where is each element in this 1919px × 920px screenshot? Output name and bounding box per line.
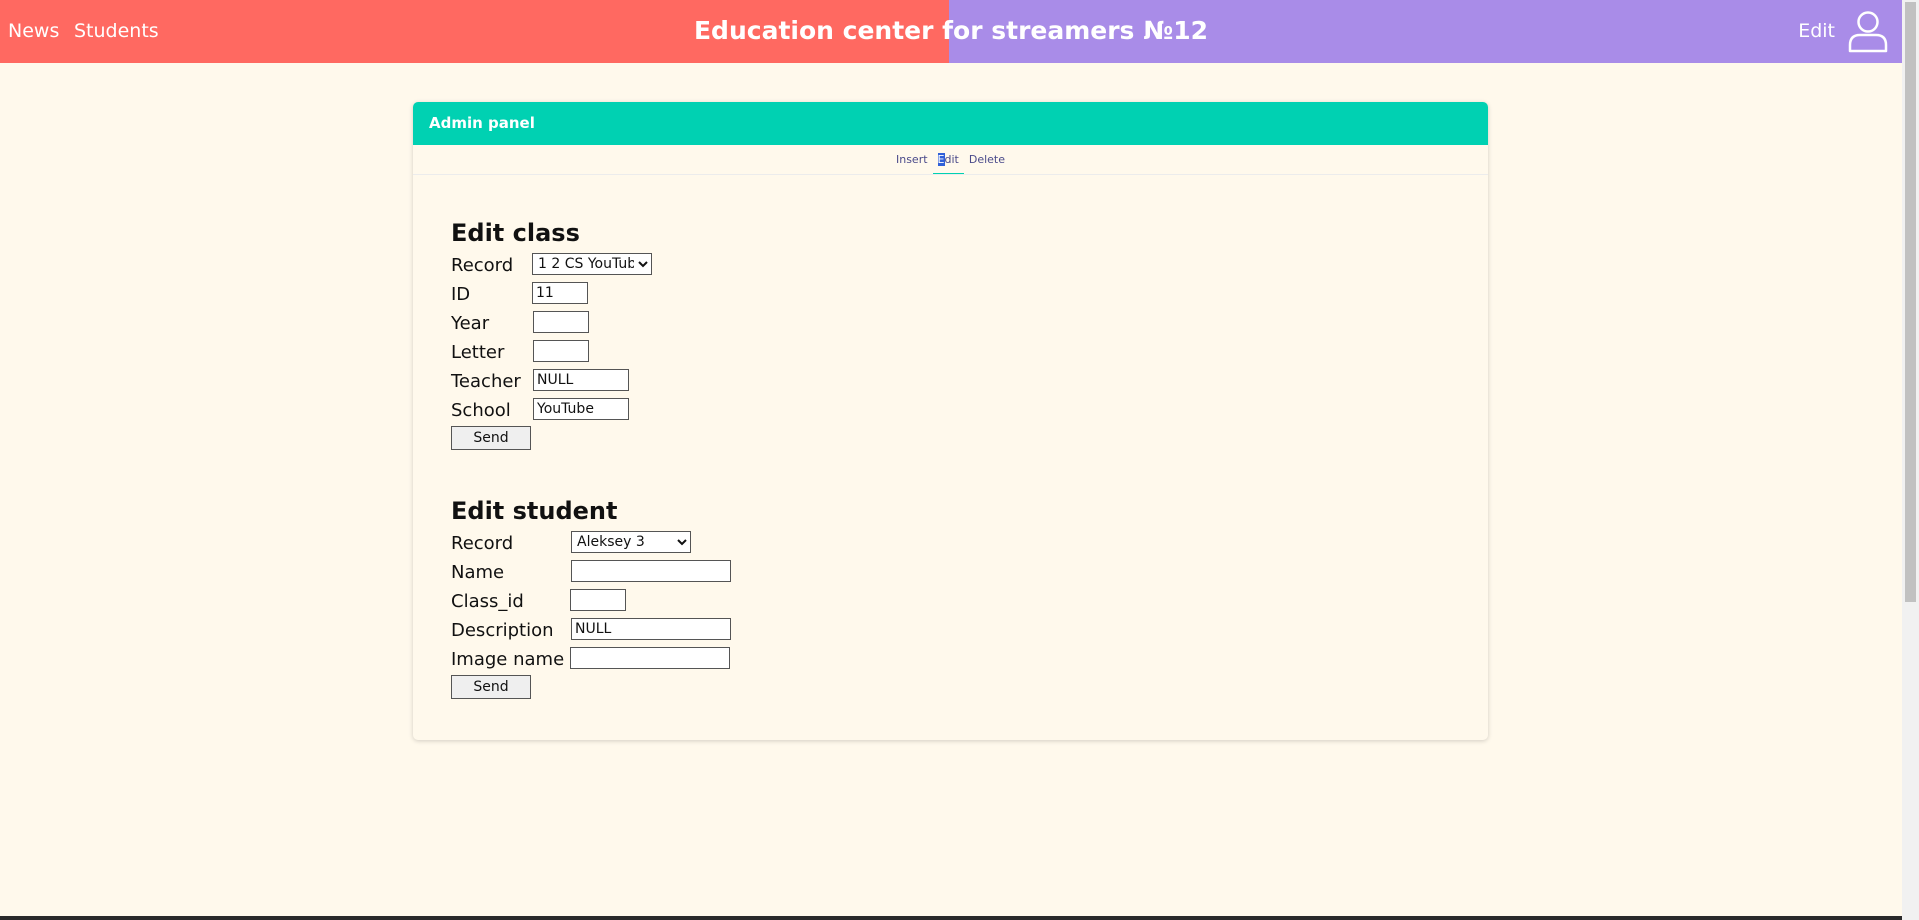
student-record-label: Record: [451, 533, 514, 554]
student-name-row: Name: [451, 560, 731, 589]
site-title: Education center for streamers №12: [693, 16, 1209, 45]
tab-insert[interactable]: Insert: [891, 145, 933, 174]
class-id-field[interactable]: [532, 282, 588, 304]
bottom-edge-bar: [0, 916, 1902, 920]
edit-student-form: Edit student Record Aleksey 3 Name Class…: [451, 497, 731, 703]
nav-link-edit[interactable]: Edit: [1798, 20, 1835, 42]
class-record-select[interactable]: 1 2 CS YouTube: [532, 253, 652, 275]
class-letter-row: Letter: [451, 340, 589, 369]
student-class-id-field[interactable]: [570, 589, 626, 611]
class-year-label: Year: [451, 313, 490, 334]
class-teacher-field[interactable]: [533, 369, 629, 391]
class-id-label: ID: [451, 284, 471, 305]
vertical-scrollbar[interactable]: [1902, 0, 1919, 920]
student-name-field[interactable]: [571, 560, 731, 582]
admin-panel-card: Admin panel Insert Edit Delete Edit clas…: [413, 102, 1488, 740]
user-icon[interactable]: [1846, 9, 1890, 53]
tab-edit-rest-text: dit: [944, 153, 959, 166]
class-record-row: Record 1 2 CS YouTube: [451, 253, 652, 282]
student-image-name-label: Image name: [451, 649, 565, 670]
top-navbar: News Students Education center for strea…: [0, 0, 1902, 63]
class-school-field[interactable]: [533, 398, 629, 420]
class-school-label: School: [451, 400, 511, 421]
student-image-name-row: Image name: [451, 647, 730, 675]
class-letter-field[interactable]: [533, 340, 589, 362]
student-description-label: Description: [451, 620, 554, 641]
student-class-id-label: Class_id: [451, 591, 524, 612]
student-name-label: Name: [451, 562, 505, 583]
edit-class-title: Edit class: [451, 219, 580, 247]
student-description-field[interactable]: [571, 618, 731, 640]
edit-student-title: Edit student: [451, 497, 618, 525]
class-id-row: ID: [451, 282, 588, 311]
admin-tabs: Insert Edit Delete: [413, 145, 1488, 175]
class-year-field[interactable]: [533, 311, 589, 333]
class-send-button[interactable]: Send: [451, 426, 531, 450]
student-record-select[interactable]: Aleksey 3: [571, 531, 691, 553]
student-send-row: Send: [451, 675, 618, 703]
tab-edit-selected-text: E: [937, 153, 945, 166]
student-send-button[interactable]: Send: [451, 675, 531, 699]
student-class-id-row: Class_id: [451, 589, 626, 618]
class-teacher-label: Teacher: [451, 371, 521, 392]
class-school-row: School: [451, 398, 629, 426]
class-record-label: Record: [451, 255, 514, 276]
student-record-row: Record Aleksey 3: [451, 531, 691, 560]
edit-class-form: Edit class Record 1 2 CS YouTube ID Year…: [451, 219, 652, 454]
class-send-row: Send: [451, 426, 580, 454]
student-image-name-field[interactable]: [570, 647, 730, 669]
tab-delete[interactable]: Delete: [964, 145, 1010, 174]
class-year-row: Year: [451, 311, 589, 340]
admin-panel-header: Admin panel: [413, 102, 1488, 145]
student-description-row: Description: [451, 618, 731, 647]
tab-edit[interactable]: Edit: [932, 145, 964, 174]
class-teacher-row: Teacher: [451, 369, 629, 398]
class-letter-label: Letter: [451, 342, 505, 363]
scrollbar-thumb[interactable]: [1905, 2, 1916, 602]
